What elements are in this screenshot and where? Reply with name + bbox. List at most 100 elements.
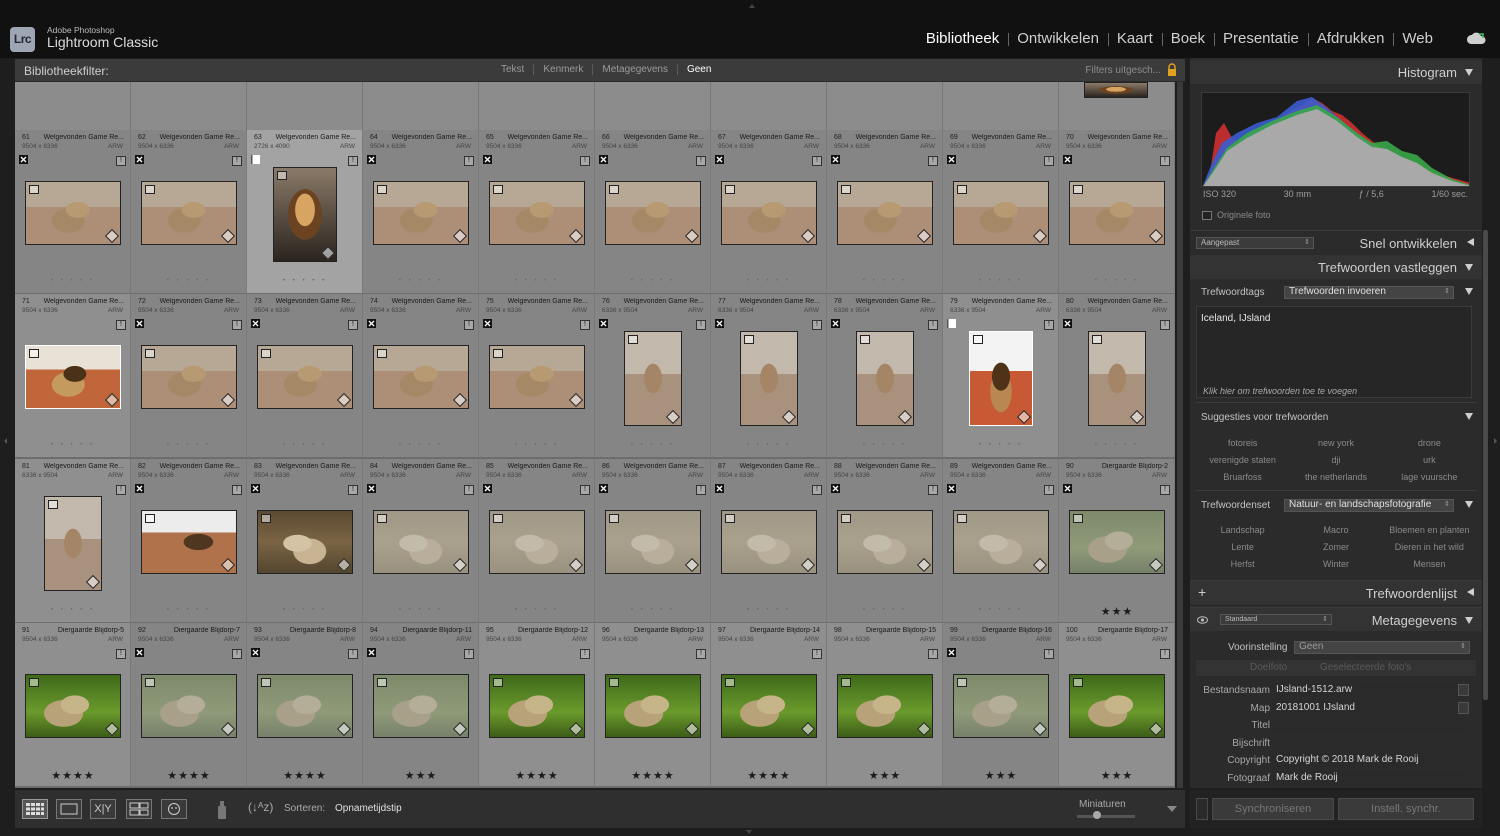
keyword-suggestion[interactable]: the netherlands	[1289, 471, 1382, 484]
photo-cell[interactable]: 99 Diergaarde Blijdorp-16 9504 x 6336 ARW! ★…	[943, 623, 1059, 787]
keywords-textarea[interactable]: Iceland, IJsland	[1196, 306, 1472, 398]
previous-row-cell[interactable]	[595, 82, 711, 130]
photo-cell[interactable]: 88 Welgevonden Game Re... 9504 x 6336 ARW! •…	[827, 459, 943, 623]
photo-cell[interactable]: 91 Diergaarde Blijdorp-5 9504 x 6336 ARW! ★★…	[15, 623, 131, 787]
original-photo-checkbox[interactable]	[1202, 211, 1212, 220]
photo-cell[interactable]: 86 Welgevonden Game Re... 9504 x 6336 ARW! •…	[595, 459, 711, 623]
metadata-field-value[interactable]	[1272, 735, 1470, 750]
keywording-header[interactable]: Trefwoorden vastleggen	[1190, 255, 1482, 279]
photo-cell[interactable]: 79 Welgevonden Game Re... 6336 x 9504 ARW! •…	[943, 294, 1059, 458]
rating-dots[interactable]: • • • • •	[1059, 278, 1175, 284]
reject-flag-icon[interactable]	[251, 484, 260, 493]
metadata-badge-icon[interactable]: !	[348, 649, 358, 659]
photo-thumbnail[interactable]	[141, 674, 237, 738]
star-rating[interactable]: ★★★★	[595, 769, 711, 782]
metadata-field-value[interactable]: 20181001 IJsland	[1272, 700, 1470, 715]
rating-dots[interactable]: • • • • •	[247, 278, 363, 284]
photo-cell[interactable]: 61 Welgevonden Game Re... 9504 x 6336 ARW! •…	[15, 130, 131, 294]
photo-thumbnail[interactable]	[837, 674, 933, 738]
keyword-set-select[interactable]: Natuur- en landschapsfotografie	[1284, 499, 1454, 512]
photo-thumbnail[interactable]	[141, 510, 237, 574]
star-rating[interactable]: ★★★	[1059, 605, 1175, 618]
module-kaart[interactable]: Kaart	[1107, 30, 1162, 47]
metadata-badge-icon[interactable]: !	[812, 320, 822, 330]
photo-cell[interactable]: 68 Welgevonden Game Re... 9504 x 6336 ARW! •…	[827, 130, 943, 294]
photo-thumbnail[interactable]	[489, 181, 585, 245]
photo-thumbnail[interactable]	[1069, 510, 1165, 574]
keyword-suggestion[interactable]: drone	[1383, 437, 1476, 450]
photo-cell[interactable]: 97 Diergaarde Blijdorp-14 9504 x 6336 ARW! ★…	[711, 623, 827, 787]
filter-presets-dropdown[interactable]: Filters uitgesch...	[1085, 65, 1161, 76]
metadata-badge-icon[interactable]: !	[1160, 649, 1170, 659]
photo-thumbnail[interactable]	[1069, 674, 1165, 738]
metadata-badge-icon[interactable]: !	[696, 649, 706, 659]
reject-flag-icon[interactable]	[715, 484, 724, 493]
pick-flag-icon[interactable]	[251, 155, 260, 164]
reject-flag-icon[interactable]	[19, 155, 28, 164]
photo-thumbnail[interactable]	[605, 181, 701, 245]
photo-thumbnail[interactable]	[257, 510, 353, 574]
rating-dots[interactable]: • • • • •	[247, 442, 363, 448]
rating-dots[interactable]: • • • • •	[247, 607, 363, 613]
rating-dots[interactable]: • • • • •	[711, 278, 827, 284]
previous-row-cell[interactable]	[943, 82, 1059, 130]
photo-thumbnail[interactable]	[257, 345, 353, 409]
metadata-badge-icon[interactable]: !	[812, 649, 822, 659]
reject-flag-icon[interactable]	[367, 319, 376, 328]
metadata-field-action-icon[interactable]	[1458, 701, 1469, 714]
star-rating[interactable]: ★★★	[363, 769, 479, 782]
reject-flag-icon[interactable]	[715, 155, 724, 164]
keyword-set-item[interactable]: Macro	[1289, 524, 1382, 537]
photo-thumbnail[interactable]	[605, 510, 701, 574]
keyword-suggestion[interactable]: verenigde staten	[1196, 454, 1289, 467]
keyword-set-triangle-icon[interactable]	[1465, 501, 1473, 508]
metadata-preset-select[interactable]: Geen	[1294, 641, 1470, 654]
metadata-badge-icon[interactable]: !	[348, 156, 358, 166]
photo-thumbnail[interactable]	[953, 674, 1049, 738]
rating-dots[interactable]: • • • • •	[15, 607, 131, 613]
photo-thumbnail[interactable]	[837, 510, 933, 574]
star-rating[interactable]: ★★★	[943, 769, 1059, 782]
keyword-set-item[interactable]: Zomer	[1289, 541, 1382, 554]
star-rating[interactable]: ★★★★	[15, 769, 131, 782]
rating-dots[interactable]: • • • • •	[827, 442, 943, 448]
people-view-button[interactable]	[161, 799, 187, 819]
metadata-badge-icon[interactable]: !	[116, 156, 126, 166]
metadata-badge-icon[interactable]: !	[580, 320, 590, 330]
reject-flag-icon[interactable]	[947, 648, 956, 657]
metadata-badge-icon[interactable]: !	[812, 485, 822, 495]
photo-thumbnail[interactable]	[373, 181, 469, 245]
reject-flag-icon[interactable]	[367, 155, 376, 164]
photo-thumbnail[interactable]	[141, 181, 237, 245]
rating-dots[interactable]: • • • • •	[15, 278, 131, 284]
metadata-badge-icon[interactable]: !	[928, 320, 938, 330]
photo-cell[interactable]: 82 Welgevonden Game Re... 9504 x 6336 ARW! •…	[131, 459, 247, 623]
metadata-badge-icon[interactable]: !	[580, 485, 590, 495]
star-rating[interactable]: ★★★★	[711, 769, 827, 782]
photo-thumbnail[interactable]	[25, 345, 121, 409]
collapse-right-panel-arrow[interactable]	[1494, 438, 1497, 444]
rating-dots[interactable]: • • • • •	[479, 278, 595, 284]
keyword-set-item[interactable]: Winter	[1289, 558, 1382, 571]
keyword-suggestion[interactable]: urk	[1383, 454, 1476, 467]
module-ontwikkelen[interactable]: Ontwikkelen	[1008, 30, 1108, 47]
photo-cell[interactable]: 72 Welgevonden Game Re... 9504 x 6336 ARW! •…	[131, 294, 247, 458]
keyword-suggestion[interactable]: fotoreis	[1196, 437, 1289, 450]
photo-cell[interactable]: 65 Welgevonden Game Re... 9504 x 6336 ARW! •…	[479, 130, 595, 294]
metadata-badge-icon[interactable]: !	[464, 649, 474, 659]
photo-thumbnail[interactable]	[837, 181, 933, 245]
histogram-graph[interactable]	[1201, 92, 1470, 187]
cloud-sync-icon[interactable]	[1466, 31, 1486, 45]
keyword-set-item[interactable]: Bloemen en planten	[1383, 524, 1476, 537]
photo-cell[interactable]: 84 Welgevonden Game Re... 9504 x 6336 ARW! •…	[363, 459, 479, 623]
keyword-suggestion[interactable]: Bruarfoss	[1196, 471, 1289, 484]
metadata-badge-icon[interactable]: !	[464, 156, 474, 166]
keyword-set-item[interactable]: Landschap	[1196, 524, 1289, 537]
metadata-field-value[interactable]: IJsland-1512.arw	[1272, 683, 1470, 697]
photo-thumbnail[interactable]	[25, 181, 121, 245]
metadata-badge-icon[interactable]: !	[1160, 320, 1170, 330]
metadata-badge-icon[interactable]: !	[696, 320, 706, 330]
photo-cell[interactable]: 80 Welgevonden Game Re... 6336 x 9504 ARW! •…	[1059, 294, 1175, 458]
reject-flag-icon[interactable]	[947, 155, 956, 164]
photo-cell[interactable]: 62 Welgevonden Game Re... 9504 x 6336 ARW! •…	[131, 130, 247, 294]
